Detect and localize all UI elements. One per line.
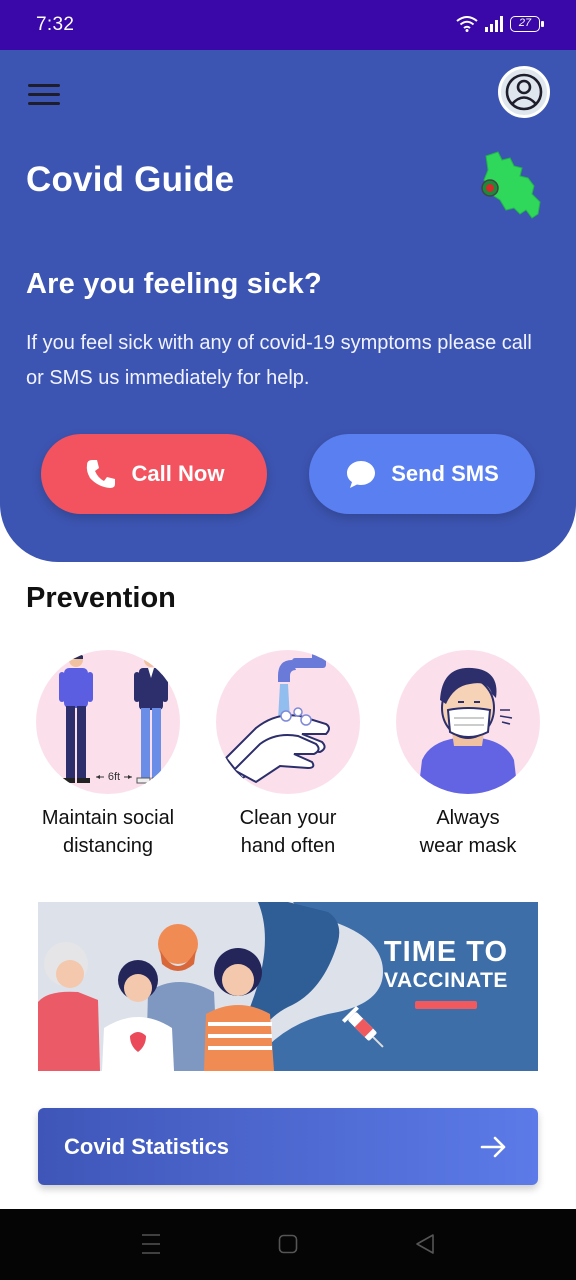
user-icon xyxy=(505,73,543,111)
banner-line1: TIME TO xyxy=(383,936,508,968)
prevention-image xyxy=(216,650,360,794)
battery-icon: 27 xyxy=(510,16,544,32)
prevention-label: Clean your hand often xyxy=(239,807,337,857)
hand-washing-icon xyxy=(224,652,330,784)
banner-line2: VACCINATE xyxy=(384,969,508,992)
profile-avatar[interactable] xyxy=(498,66,550,118)
prevention-image xyxy=(396,650,540,794)
sick-title: Are you feeling sick? xyxy=(26,268,322,300)
arrow-right-icon xyxy=(480,1136,506,1157)
status-icons: 27 xyxy=(456,16,544,32)
call-now-label: Call Now xyxy=(131,461,225,486)
banner-headline: TIME TO VACCINATE xyxy=(384,936,508,1009)
menu-button[interactable] xyxy=(28,82,62,108)
covid-statistics-button[interactable]: Covid Statistics xyxy=(38,1108,538,1185)
send-sms-label: Send SMS xyxy=(391,461,499,486)
call-now-button[interactable]: Call Now xyxy=(41,434,267,514)
prevention-item-face-mask: Always wear mask xyxy=(378,650,558,860)
banner-learn-more-button[interactable] xyxy=(414,1001,477,1009)
prevention-item-hand-washing: Clean your hand often xyxy=(198,650,378,860)
social-distancing-icon: 6ft xyxy=(59,652,168,784)
distance-note: 6ft xyxy=(108,771,120,783)
home-square-icon[interactable] xyxy=(278,1233,298,1255)
prevention-label: Maintain social distancing xyxy=(41,807,175,857)
send-sms-button[interactable]: Send SMS xyxy=(309,434,535,514)
app-title: Covid Guide xyxy=(26,160,235,199)
prevention-title: Prevention xyxy=(26,582,176,614)
hero-section: Covid Guide Are you feeling sick? If you… xyxy=(0,50,576,562)
phone-icon xyxy=(86,460,115,488)
prevention-image: 6ft xyxy=(36,650,180,794)
face-mask-icon xyxy=(418,667,518,794)
bangladesh-map-icon xyxy=(481,151,541,219)
signal-icon xyxy=(485,16,503,32)
prevention-item-social-distancing: 6ft Maintain social distancing xyxy=(18,650,198,860)
vaccinate-banner[interactable]: TIME TO VACCINATE xyxy=(38,902,538,1071)
recents-menu-icon[interactable] xyxy=(141,1233,161,1255)
status-bar: 7:32 27 xyxy=(0,0,576,50)
wifi-icon xyxy=(456,16,478,32)
back-triangle-icon[interactable] xyxy=(415,1233,435,1255)
status-time: 7:32 xyxy=(36,14,75,35)
chat-bubble-icon xyxy=(347,461,376,488)
prevention-label: Always wear mask xyxy=(419,807,517,857)
sick-description: If you feel sick with any of covid-19 sy… xyxy=(26,332,532,389)
system-nav-bar xyxy=(0,1209,576,1280)
covid-statistics-label: Covid Statistics xyxy=(64,1133,230,1159)
